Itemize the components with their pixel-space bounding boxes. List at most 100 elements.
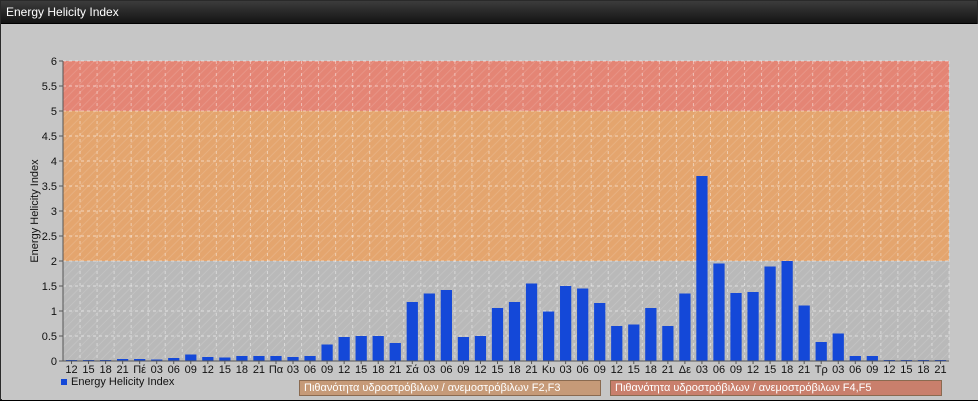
bar-40 <box>747 292 759 361</box>
x-tick-label: 21 <box>525 364 537 376</box>
x-tick-label: 15 <box>355 364 367 376</box>
bar-33 <box>628 324 640 361</box>
x-tick-label: Κυ <box>542 364 555 376</box>
y-tick-label: 5.5 <box>42 81 57 93</box>
bar-13 <box>287 357 299 361</box>
x-tick-label: 12 <box>883 364 895 376</box>
y-tick-label: 3 <box>51 206 57 218</box>
bar-8 <box>202 357 214 361</box>
bar-31 <box>594 303 606 361</box>
x-tick-label: 15 <box>764 364 776 376</box>
x-tick-label: 18 <box>372 364 384 376</box>
x-tick-label: Δε <box>679 364 691 376</box>
x-tick-label: 12 <box>474 364 486 376</box>
bar-38 <box>713 263 725 361</box>
y-axis-label: Energy Helicity Index <box>29 159 41 263</box>
bar-41 <box>764 266 776 361</box>
x-tick-label: 18 <box>645 364 657 376</box>
bar-37 <box>696 176 708 361</box>
x-tick-label: 18 <box>508 364 520 376</box>
x-tick-label: 09 <box>594 364 606 376</box>
bar-21 <box>423 293 435 361</box>
bar-25 <box>491 308 504 361</box>
bar-23 <box>457 337 470 361</box>
x-tick-label: 09 <box>457 364 469 376</box>
bar-14 <box>304 356 316 361</box>
x-tick-label: 06 <box>577 364 589 376</box>
x-tick-label: 03 <box>832 364 844 376</box>
y-tick-label: 1.5 <box>42 281 57 293</box>
bar-28 <box>542 311 555 361</box>
x-tick-label: 03 <box>423 364 435 376</box>
bar-19 <box>389 343 401 361</box>
zone-label-f4-f5: Πιθανότητα υδροστρόβιλων / ανεμοστρόβιλω… <box>610 380 942 396</box>
x-tick-label: 06 <box>304 364 316 376</box>
x-tick-label: 06 <box>440 364 452 376</box>
bar-43 <box>798 305 810 361</box>
x-tick-label: 12 <box>747 364 759 376</box>
bar-9 <box>219 357 231 361</box>
x-tick-label: 21 <box>662 364 674 376</box>
bar-17 <box>355 336 367 361</box>
x-tick-label: Σά <box>406 364 420 376</box>
bar-26 <box>508 302 521 361</box>
x-tick-label: 12 <box>338 364 350 376</box>
bar-39 <box>730 293 742 361</box>
x-tick-label: 03 <box>696 364 708 376</box>
bar-20 <box>406 302 418 361</box>
bar-32 <box>611 326 623 361</box>
bar-30 <box>577 288 589 361</box>
legend: Energy Helicity Index <box>61 376 174 388</box>
bar-45 <box>832 333 844 361</box>
y-tick-label: 4.5 <box>42 131 57 143</box>
bar-47 <box>866 356 878 361</box>
bar-10 <box>236 356 248 361</box>
x-tick-label: 15 <box>628 364 640 376</box>
x-tick-label: 06 <box>849 364 861 376</box>
x-tick-label: 09 <box>185 364 197 376</box>
zone-label-f2-f3: Πιθανότητα υδροστρόβιλων / ανεμοστρόβιλω… <box>299 380 601 396</box>
y-tick-label: 0 <box>51 356 57 368</box>
bar-15 <box>321 344 333 361</box>
x-tick-label: 18 <box>781 364 793 376</box>
x-tick-label: 15 <box>900 364 912 376</box>
bar-18 <box>372 336 384 361</box>
x-tick-label: Πα <box>269 364 284 376</box>
bar-7 <box>185 354 197 361</box>
bar-16 <box>338 337 350 361</box>
energy-helicity-chart: 0 0.5 1 1.5 2 2.5 3 3.5 4 4.5 5 5.5 6 12 15 18 21 Πέ 03 06 0… <box>29 56 950 376</box>
x-tick-label: Τρ <box>815 364 828 376</box>
bar-42 <box>781 261 793 361</box>
y-tick-label: 2 <box>51 256 57 268</box>
bar-44 <box>815 342 827 361</box>
x-tick-label: 18 <box>236 364 248 376</box>
x-tick-label: 09 <box>866 364 878 376</box>
bar-29 <box>560 286 572 361</box>
y-tick-label: 5 <box>51 106 57 118</box>
x-tick-label: 03 <box>560 364 572 376</box>
bar-46 <box>849 356 861 361</box>
x-tick-label: 15 <box>491 364 503 376</box>
y-tick-label: 2.5 <box>42 231 57 243</box>
y-tick-label: 4 <box>51 156 57 168</box>
y-tick-label: 6 <box>51 56 57 68</box>
legend-swatch <box>61 379 67 385</box>
x-tick-label: 12 <box>202 364 214 376</box>
y-tick-label: 1 <box>51 306 57 318</box>
y-tick-label: 0.5 <box>42 331 57 343</box>
x-tick-label: 21 <box>798 364 810 376</box>
bar-12 <box>270 356 282 361</box>
x-tick-label: 21 <box>117 364 129 376</box>
x-tick-label: 15 <box>219 364 231 376</box>
x-tick-label: 15 <box>82 364 94 376</box>
bar-27 <box>525 283 538 361</box>
bar-34 <box>645 308 657 361</box>
x-tick-label: 06 <box>713 364 725 376</box>
bar-35 <box>662 326 674 361</box>
legend-label: Energy Helicity Index <box>71 376 175 388</box>
bar-11 <box>253 356 265 361</box>
x-tick-label: 06 <box>168 364 180 376</box>
x-tick-label: 12 <box>611 364 623 376</box>
y-tick-label: 3.5 <box>42 181 57 193</box>
chart-window: Energy Helicity Index 0 0.5 1 1.5 2 2.5 3 3.5 4 4… <box>0 0 978 400</box>
